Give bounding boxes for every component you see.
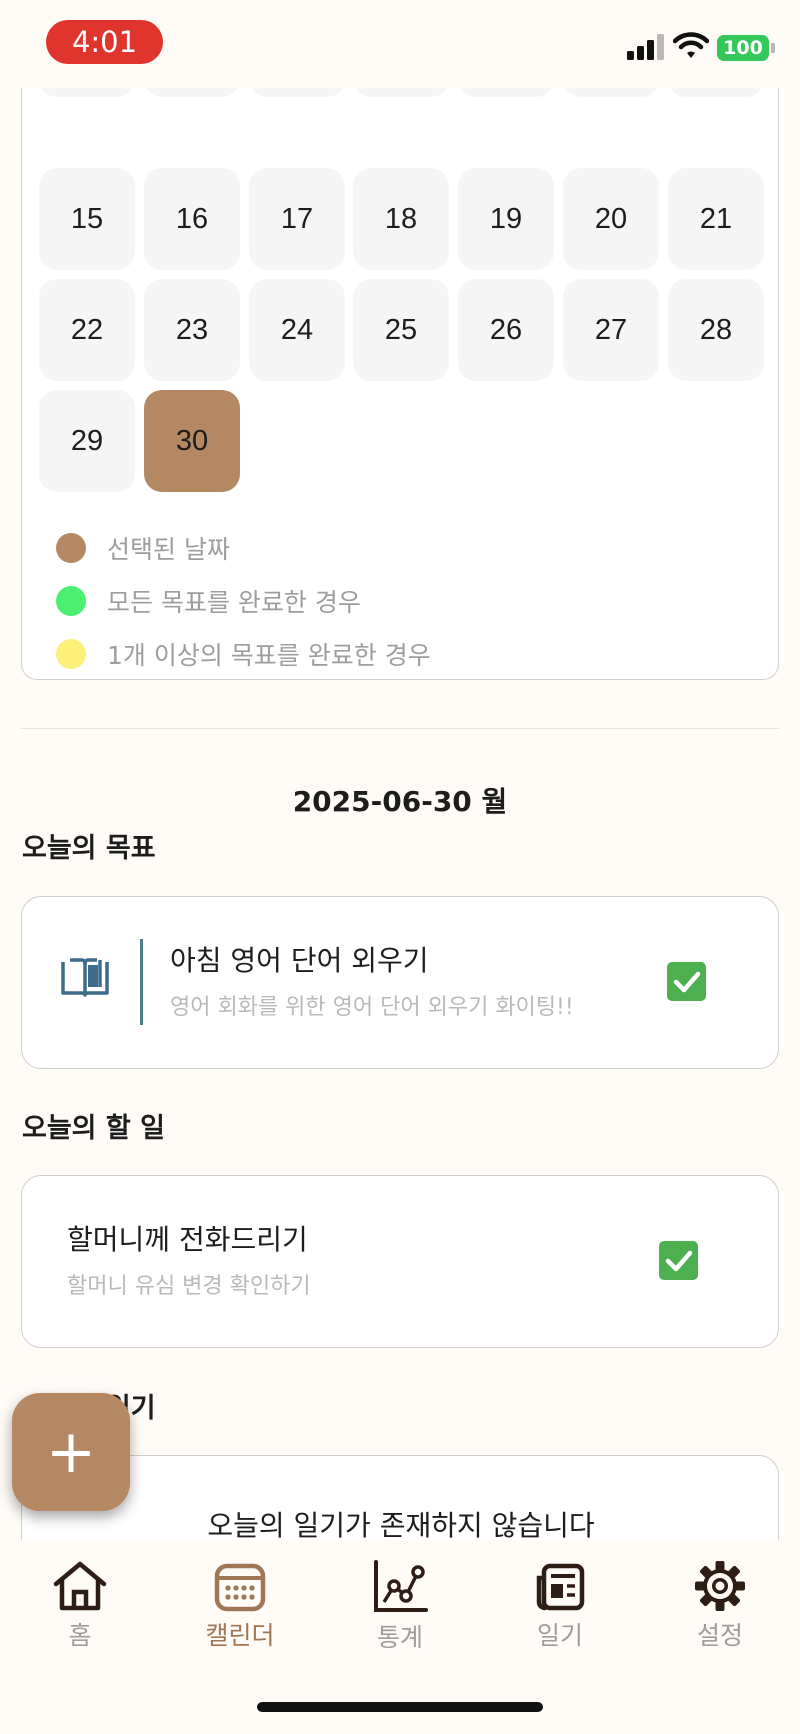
calendar-day-25[interactable]: 25 — [353, 279, 449, 381]
tab-label: 통계 — [376, 1623, 423, 1652]
home-icon — [53, 1561, 107, 1611]
goal-accent-bar — [140, 939, 143, 1025]
calendar-day-30[interactable]: 30 — [144, 390, 240, 492]
calendar-icon — [214, 1563, 266, 1612]
legend-dot-icon — [56, 586, 86, 616]
status-bar: 4:01 100 — [0, 0, 800, 88]
goal-title: 아침 영어 단어 외우기 — [170, 944, 429, 977]
gear-icon — [695, 1561, 745, 1611]
status-time: 4:01 — [46, 20, 163, 64]
selected-date-title: 2025-06-30 월 — [292, 785, 508, 818]
cellular-signal-icon — [627, 34, 664, 60]
tab-stats[interactable]: 통계 — [345, 1560, 455, 1654]
todos-section-title: 오늘의 할 일 — [22, 1113, 165, 1144]
goal-checkbox[interactable] — [667, 962, 706, 1001]
book-icon — [61, 958, 109, 997]
tab-label: 캘린더 — [205, 1621, 275, 1650]
calendar-screen-content[interactable]: 8910111213141516171819202122232425262728… — [0, 0, 800, 1540]
home-indicator — [257, 1702, 543, 1712]
calendar-day-17[interactable]: 17 — [249, 168, 345, 270]
wifi-icon — [673, 32, 709, 58]
todo-subtitle: 할머니 유심 변경 확인하기 — [67, 1274, 311, 1299]
calendar-day-23[interactable]: 23 — [144, 279, 240, 381]
legend-dot-icon — [56, 639, 86, 669]
tab-calendar[interactable]: 캘린더 — [185, 1560, 295, 1652]
legend-dot-icon — [56, 533, 86, 563]
chart-icon — [374, 1560, 428, 1612]
calendar-day-19[interactable]: 19 — [458, 168, 554, 270]
goal-card[interactable]: 아침 영어 단어 외우기 영어 회화를 위한 영어 단어 외우기 화이팅!! — [21, 896, 779, 1069]
legend-label: 1개 이상의 목표를 완료한 경우 — [107, 641, 431, 670]
todo-title: 할머니께 전화드리기 — [67, 1223, 308, 1256]
tab-label: 홈 — [68, 1621, 92, 1650]
goal-subtitle: 영어 회화를 위한 영어 단어 외우기 화이팅!! — [170, 995, 574, 1020]
calendar-day-15[interactable]: 15 — [39, 168, 135, 270]
tab-label: 설정 — [696, 1621, 743, 1650]
legend-selected: 선택된 날짜 — [56, 530, 230, 566]
calendar-day-18[interactable]: 18 — [353, 168, 449, 270]
tab-diary[interactable]: 일기 — [505, 1560, 615, 1652]
legend-label: 모든 목표를 완료한 경우 — [107, 588, 361, 617]
legend-all-complete: 모든 목표를 완료한 경우 — [56, 583, 361, 619]
section-divider — [21, 728, 779, 729]
calendar-day-24[interactable]: 24 — [249, 279, 345, 381]
todo-card[interactable]: 할머니께 전화드리기 할머니 유심 변경 확인하기 — [21, 1175, 779, 1348]
checkmark-icon — [665, 1250, 692, 1271]
tab-home[interactable]: 홈 — [25, 1560, 135, 1652]
plus-icon: + — [45, 1417, 97, 1487]
legend-partial-complete: 1개 이상의 목표를 완료한 경우 — [56, 636, 431, 672]
todo-checkbox[interactable] — [659, 1241, 698, 1280]
calendar-day-21[interactable]: 21 — [668, 168, 764, 270]
calendar-day-26[interactable]: 26 — [458, 279, 554, 381]
tab-label: 일기 — [536, 1621, 583, 1650]
calendar-day-22[interactable]: 22 — [39, 279, 135, 381]
battery-tip — [771, 43, 775, 53]
goals-section-title: 오늘의 목표 — [22, 833, 156, 864]
battery-indicator: 100 — [717, 35, 769, 61]
diary-empty-message: 오늘의 일기가 존재하지 않습니다 — [207, 1509, 595, 1540]
diary-card[interactable]: 오늘의 일기가 존재하지 않습니다 — [21, 1455, 779, 1540]
calendar-card: 8910111213141516171819202122232425262728… — [21, 0, 779, 680]
calendar-day-20[interactable]: 20 — [563, 168, 659, 270]
tab-settings[interactable]: 설정 — [665, 1560, 775, 1652]
add-button[interactable]: + — [12, 1393, 130, 1511]
calendar-day-16[interactable]: 16 — [144, 168, 240, 270]
checkmark-icon — [673, 971, 700, 992]
journal-icon — [536, 1563, 585, 1611]
calendar-day-28[interactable]: 28 — [668, 279, 764, 381]
legend-label: 선택된 날짜 — [107, 535, 230, 564]
calendar-day-29[interactable]: 29 — [39, 390, 135, 492]
calendar-day-27[interactable]: 27 — [563, 279, 659, 381]
